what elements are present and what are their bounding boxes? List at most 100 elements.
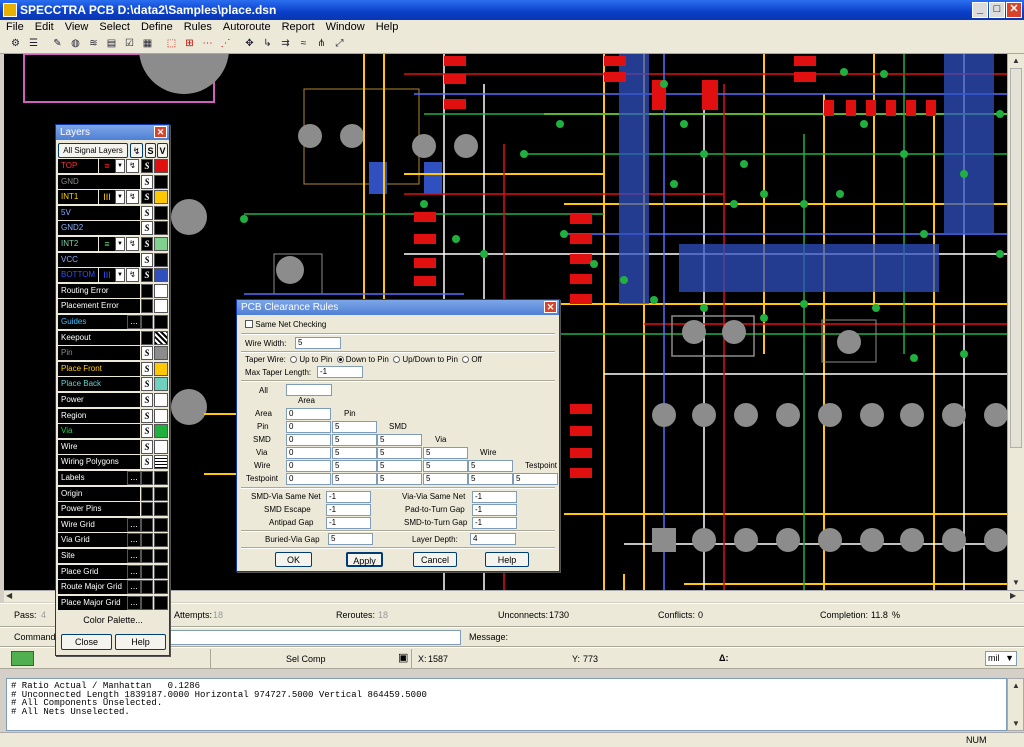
layer-select-toggle[interactable]: S (141, 424, 153, 439)
layer-color-swatch[interactable] (154, 393, 168, 407)
layer-color-swatch[interactable] (154, 330, 168, 345)
layer-link-icon[interactable]: ↯ (126, 237, 139, 251)
layer-name[interactable]: Via (58, 424, 140, 439)
layer-select-toggle[interactable] (141, 595, 153, 610)
matrix-cell-input[interactable]: 0 (286, 473, 331, 485)
taper-radio-up[interactable] (290, 356, 298, 363)
layer-color-swatch[interactable] (154, 252, 168, 267)
layer-name[interactable]: INT1 (58, 190, 98, 205)
buried-via-input[interactable]: 5 (328, 533, 373, 545)
clearance-help-button[interactable]: Help (485, 552, 529, 567)
layer-color-swatch[interactable] (154, 377, 168, 392)
layer-color-swatch[interactable] (154, 221, 168, 236)
layer-color-swatch[interactable] (154, 299, 168, 314)
layer-color-swatch[interactable] (154, 361, 168, 376)
layer-color-swatch[interactable] (154, 190, 168, 205)
minimize-button[interactable]: _ (972, 2, 988, 18)
matrix-cell-input[interactable]: 5 (423, 447, 468, 459)
layer-name[interactable]: Wire (58, 439, 140, 454)
shove-icon[interactable]: ≈ (296, 37, 311, 51)
maximize-button[interactable]: □ (989, 2, 1005, 18)
chevron-down-icon[interactable]: ▼ (1005, 653, 1014, 663)
layer-options-button[interactable]: ... (127, 471, 141, 485)
menu-view[interactable]: View (59, 20, 94, 33)
matrix-cell-input[interactable]: 0 (286, 460, 331, 472)
taper-radio-updown[interactable] (393, 356, 401, 363)
layer-color-swatch[interactable] (154, 549, 168, 563)
layer-select-toggle[interactable]: S (141, 237, 153, 251)
layer-color-swatch[interactable] (154, 268, 168, 283)
max-taper-input[interactable]: -1 (317, 366, 363, 378)
globe-icon[interactable]: ◍ (68, 37, 83, 51)
layer-color-swatch[interactable] (154, 174, 168, 189)
chevron-down-icon[interactable]: ▼ (115, 159, 125, 173)
gap-field-input[interactable]: -1 (472, 517, 517, 529)
pencil-icon[interactable]: ✎ (50, 37, 65, 51)
layer-options-button[interactable]: ... (127, 533, 141, 548)
layer-name[interactable]: Place Front (58, 361, 140, 376)
layer-name[interactable]: GND2 (58, 221, 140, 236)
layer-select-toggle[interactable]: S (141, 159, 153, 173)
layer-color-swatch[interactable] (154, 159, 168, 173)
layer-options-button[interactable]: ... (127, 517, 141, 532)
layers-close-icon[interactable]: ✕ (154, 126, 167, 138)
taper-option-up[interactable]: Up to Pin (299, 355, 332, 364)
layer-link-icon[interactable]: ↯ (130, 143, 143, 158)
layer-color-swatch[interactable] (154, 205, 168, 220)
scroll-thumb[interactable] (1010, 68, 1022, 448)
layer-select-toggle[interactable]: S (141, 377, 153, 392)
matrix-cell-input[interactable]: 5 (377, 473, 422, 485)
layer-select-toggle[interactable] (141, 315, 153, 329)
clearance-close-icon[interactable]: ✕ (544, 301, 557, 313)
gap-field-input[interactable]: -1 (472, 504, 517, 516)
matrix-cell-input[interactable]: 0 (286, 408, 331, 420)
taper-option-updown[interactable]: Up/Down to Pin (402, 355, 458, 364)
layer-select-toggle[interactable]: S (141, 268, 153, 283)
menu-window[interactable]: Window (320, 20, 370, 33)
layer-name[interactable]: Placement Error (58, 299, 140, 314)
chevron-down-icon[interactable]: ▼ (115, 237, 125, 251)
select-net-icon[interactable]: ⋯ (200, 37, 215, 51)
layer-link-icon[interactable]: ↯ (126, 190, 139, 205)
layer-name[interactable]: Region (58, 408, 140, 423)
check-icon[interactable]: ☑ (122, 37, 137, 51)
layer-select-toggle[interactable]: S (141, 174, 153, 189)
matrix-cell-input[interactable]: 0 (286, 434, 331, 446)
keyboard-icon[interactable]: ▣ (398, 651, 408, 664)
matrix-cell-input[interactable]: 5 (423, 460, 468, 472)
menu-autoroute[interactable]: Autoroute (217, 20, 276, 33)
chevron-down-icon[interactable]: ▼ (115, 268, 125, 283)
taper-radio-down[interactable] (336, 356, 344, 363)
layer-color-swatch[interactable] (154, 439, 168, 454)
matrix-cell-input[interactable]: 5 (513, 473, 558, 485)
layers-help-button[interactable]: Help (115, 634, 166, 650)
layer-select-toggle[interactable] (141, 502, 153, 517)
layer-color-swatch[interactable] (154, 533, 168, 548)
layer-color-swatch[interactable] (154, 408, 168, 423)
matrix-cell-input[interactable]: 5 (468, 460, 513, 472)
zoom-icon[interactable]: ⤢ (332, 37, 347, 51)
move-icon[interactable]: ✥ (242, 37, 257, 51)
layer-name[interactable]: Origin (58, 486, 140, 501)
layer-name[interactable]: 5V (58, 205, 140, 220)
menu-define[interactable]: Define (135, 20, 178, 33)
layer-color-swatch[interactable] (154, 502, 168, 517)
taper-option-off[interactable]: Off (471, 355, 482, 364)
gap-field-input[interactable]: -1 (326, 517, 371, 529)
layer-select-toggle[interactable] (141, 283, 153, 298)
layer-pattern[interactable]: ≡ (99, 237, 115, 251)
layer-color-swatch[interactable] (154, 283, 168, 298)
layer-select-toggle[interactable] (141, 486, 153, 501)
gap-field-input[interactable]: -1 (326, 491, 371, 503)
ok-button[interactable]: OK (275, 552, 312, 567)
console-scrollbar[interactable]: ▲ ▼ (1007, 678, 1024, 731)
layer-options-button[interactable]: ... (127, 564, 141, 579)
menu-file[interactable]: File (0, 20, 29, 33)
layer-pattern[interactable]: III (99, 268, 115, 283)
layer-link-icon[interactable]: ↯ (126, 159, 139, 173)
layer-select-toggle[interactable]: S (141, 455, 153, 470)
layer-select-toggle[interactable] (141, 564, 153, 579)
layer-select-toggle[interactable] (141, 549, 153, 563)
chevron-down-icon[interactable]: ▼ (115, 190, 125, 205)
edit-route-icon[interactable]: ⇉ (278, 37, 293, 51)
